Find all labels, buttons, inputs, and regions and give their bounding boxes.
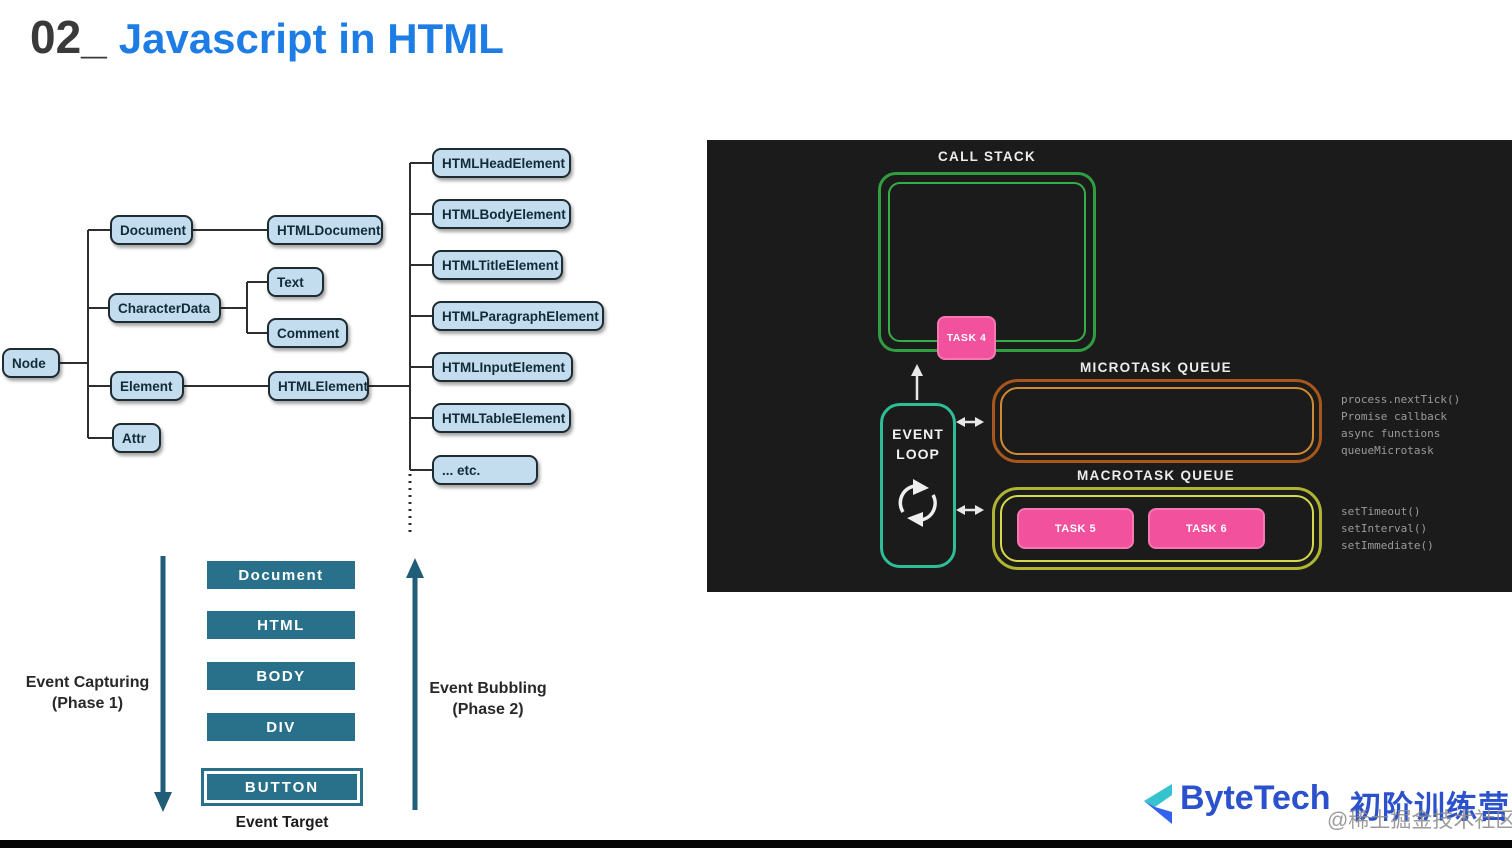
page-title: 02_ Javascript in HTML [30, 10, 504, 64]
tree-node-htmltitleelement: HTMLTitleElement [432, 250, 563, 280]
call-stack-label: CALL STACK [887, 149, 1087, 164]
macrotask-api-line: setTimeout() [1341, 505, 1420, 518]
phase-box-button: BUTTON [201, 768, 363, 806]
microtask-queue-box-inner [1000, 387, 1314, 455]
event-bubbling-line2: (Phase 2) [408, 699, 568, 720]
event-bubbling-label: Event Bubbling (Phase 2) [408, 678, 568, 720]
task-6: TASK 6 [1148, 508, 1265, 549]
event-loop-label-line2: LOOP [880, 446, 956, 462]
microtask-queue-label: MICROTASK QUEUE [1026, 360, 1286, 375]
phase-box-html: HTML [207, 611, 355, 639]
title-text: Javascript in HTML [119, 15, 504, 63]
title-number: 02_ [30, 10, 107, 64]
tree-node-comment: Comment [267, 318, 348, 348]
event-bubbling-line1: Event Bubbling [408, 678, 568, 699]
slide: 02_ Javascript in HTML [0, 0, 1512, 848]
phase-box-body: BODY [207, 662, 355, 690]
bytetech-logo-icon [1144, 784, 1172, 824]
tree-node-node: Node [2, 348, 60, 378]
tree-node-htmlelement: HTMLElement [268, 371, 369, 401]
tree-node-htmlheadelement: HTMLHeadElement [432, 148, 571, 178]
event-capturing-label: Event Capturing (Phase 1) [10, 672, 165, 714]
microtask-api-line: process.nextTick() [1341, 393, 1460, 406]
watermark: @稀土掘金技术社区 [1327, 804, 1512, 834]
event-loop-label-line1: EVENT [880, 426, 956, 442]
tree-node-htmlparagraphelement: HTMLParagraphElement [432, 301, 604, 331]
phase-box-document: Document [207, 561, 355, 589]
brand-name: ByteTech [1180, 779, 1331, 818]
tree-node-htmltableelement: HTMLTableElement [432, 403, 571, 433]
bottom-bar [0, 840, 1512, 848]
microtask-api-line: async functions [1341, 427, 1440, 440]
event-capturing-line1: Event Capturing [10, 672, 165, 693]
task-5: TASK 5 [1017, 508, 1134, 549]
tree-node-document: Document [110, 215, 193, 245]
macrotask-api-line: setImmediate() [1341, 539, 1434, 552]
tree-node-htmldocument: HTMLDocument [267, 215, 383, 245]
macrotask-api-line: setInterval() [1341, 522, 1427, 535]
microtask-api-line: queueMicrotask [1341, 444, 1434, 457]
event-target-label: Event Target [200, 814, 364, 832]
tree-node-etc: ... etc. [432, 455, 538, 485]
tree-node-element: Element [110, 371, 184, 401]
tree-node-text: Text [267, 267, 324, 297]
macrotask-queue-label: MACROTASK QUEUE [1026, 468, 1286, 483]
phase-box-div: DIV [207, 713, 355, 741]
tree-node-attr: Attr [112, 423, 161, 453]
tree-node-htmlinputelement: HTMLInputElement [432, 352, 573, 382]
tree-node-htmlbodyelement: HTMLBodyElement [432, 199, 571, 229]
event-capturing-line2: (Phase 1) [10, 693, 165, 714]
microtask-api-line: Promise callback [1341, 410, 1447, 423]
task-4: TASK 4 [937, 316, 996, 360]
tree-node-characterdata: CharacterData [108, 293, 221, 323]
